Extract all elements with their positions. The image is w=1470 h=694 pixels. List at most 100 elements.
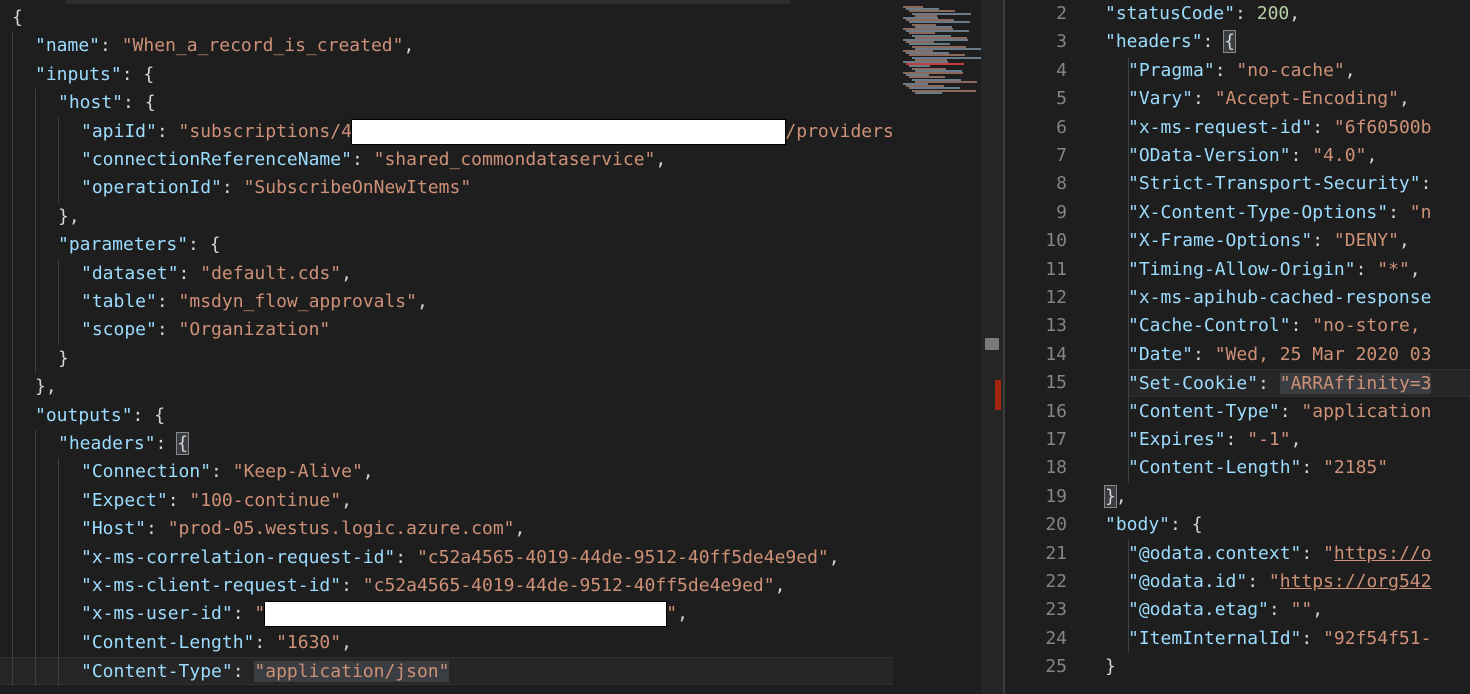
line-number: 4 (1056, 59, 1067, 81)
json-value: "subscriptions/4 (178, 120, 352, 142)
json-key: "Strict-Transport-Security" (1128, 173, 1421, 195)
left-code-line[interactable]: "x-ms-client-request-id": "c52a4565-4019… (81, 572, 785, 600)
json-value: " (666, 603, 678, 625)
line-number: 13 (1045, 315, 1067, 337)
json-value: "n (1409, 201, 1432, 223)
json-value: "1630" (276, 631, 342, 653)
left-code-line[interactable]: { (12, 4, 23, 32)
right-code-line[interactable]: "Set-Cookie": "ARRAffinity=3 (1128, 369, 1470, 398)
right-code-line[interactable]: "statusCode": 200, (1105, 0, 1300, 28)
json-value: "Wed, 25 Mar 2020 03 (1214, 343, 1432, 365)
left-code-line[interactable]: "Host": "prod-05.westus.logic.azure.com"… (81, 515, 525, 543)
left-json-editor[interactable]: {"name": "When_a_record_is_created", "inp… (0, 0, 893, 694)
json-value: "Accept-Encoding" (1214, 88, 1399, 110)
left-code-line[interactable]: "table": "msdyn_flow_approvals", (81, 288, 428, 316)
left-code-line[interactable]: "Expect": "100-continue", (81, 487, 352, 515)
json-punctuation: : { (188, 234, 221, 256)
right-code-line[interactable]: "Strict-Transport-Security": (1128, 170, 1431, 198)
right-code-line[interactable]: "x-ms-request-id": "6f60500b (1128, 114, 1431, 142)
editor-minimap[interactable] (893, 0, 981, 694)
json-key: "host" (58, 92, 124, 114)
json-punctuation: : (100, 35, 122, 57)
left-code-line[interactable]: "Connection": "Keep-Alive", (81, 458, 374, 486)
vertical-scrollbar[interactable] (981, 0, 1003, 694)
left-code-line[interactable]: }, (58, 203, 80, 231)
json-value: "4.0" (1312, 145, 1367, 166)
json-value: "msdyn_flow_approvals" (178, 291, 417, 312)
left-code-line[interactable]: "parameters": { (58, 231, 221, 259)
json-punctuation: : (211, 461, 233, 483)
json-punctuation: : (1290, 315, 1313, 337)
right-code-line[interactable]: "Vary": "Accept-Encoding", (1128, 85, 1410, 113)
json-punctuation: , (1398, 230, 1410, 252)
line-number: 18 (1045, 457, 1067, 479)
right-code-line[interactable]: "Content-Type": "application (1128, 398, 1431, 426)
line-number: 20 (1045, 514, 1067, 536)
left-code-line[interactable]: "dataset": "default.cds", (81, 260, 352, 288)
right-code-line[interactable]: "Content-Length": "2185" (1128, 454, 1388, 482)
right-code-line[interactable]: "headers": { (1105, 28, 1237, 56)
json-key: "@odata.etag" (1128, 599, 1269, 621)
json-punctuation: : (341, 575, 363, 596)
right-code-line[interactable]: "ItemInternalId": "92f54f51- (1128, 625, 1431, 653)
left-code-line[interactable]: "Content-Type": "application/json" (0, 657, 893, 686)
left-code-line[interactable]: "operationId": "SubscribeOnNewItems" (81, 174, 471, 202)
right-json-editor[interactable]: 2 3 4 5 6 7 8 9 10 11 12 13 14 15 16 17 18 19 20 21 22 23 24 25… (1005, 0, 1470, 694)
right-code-line[interactable]: }, (1104, 483, 1127, 511)
json-value: "100-continue" (189, 489, 342, 511)
left-code-line[interactable]: "connectionReferenceName": "shared_commo… (81, 146, 666, 174)
scrollbar-thumb[interactable] (985, 338, 999, 350)
json-punctuation: : (1279, 400, 1302, 422)
json-value: https://org542 (1279, 571, 1432, 592)
json-punctuation: , (1290, 429, 1302, 450)
left-code-line[interactable]: "name": "When_a_record_is_created", (35, 32, 414, 60)
json-key: "X-Frame-Options" (1128, 230, 1313, 252)
right-code-line[interactable]: "Cache-Control": "no-store, (1128, 312, 1421, 340)
right-code-line[interactable]: "@odata.id": "https://org542 (1128, 568, 1431, 596)
right-code-line[interactable]: "x-ms-apihub-cached-response (1128, 284, 1431, 312)
json-key: "x-ms-user-id" (81, 603, 233, 625)
left-code-line[interactable]: "outputs": { (35, 402, 165, 430)
json-punctuation: } (1105, 656, 1116, 678)
json-key: "Vary" (1128, 88, 1194, 110)
left-code-line[interactable]: "inputs": { (35, 61, 154, 89)
json-key: "apiId" (81, 120, 157, 142)
json-punctuation: : (146, 518, 168, 540)
json-value: "application (1301, 400, 1432, 422)
left-code-line[interactable]: "scope": "Organization" (81, 316, 330, 344)
left-code-line[interactable]: "headers": { (58, 430, 190, 458)
left-code-line[interactable]: "Content-Length": "1630", (81, 629, 352, 657)
json-punctuation: : (178, 262, 201, 284)
right-code-line[interactable]: } (1105, 653, 1116, 681)
right-code-line[interactable]: "body": { (1105, 511, 1203, 539)
right-code-line[interactable]: "Expires": "-1", (1128, 426, 1301, 454)
json-punctuation: : (1355, 258, 1378, 280)
right-code-line[interactable]: "Timing-Allow-Origin": "*", (1128, 256, 1421, 284)
json-key: "OData-Version" (1128, 145, 1291, 166)
right-code-line[interactable]: "Date": "Wed, 25 Mar 2020 03 (1128, 341, 1431, 369)
json-punctuation: , (341, 631, 352, 653)
left-code-line[interactable]: } (58, 345, 69, 373)
json-punctuation: : (1312, 230, 1334, 252)
json-punctuation: : { (1170, 514, 1203, 536)
json-key: "Content-Type" (81, 661, 233, 683)
right-code-line[interactable]: "Pragma": "no-cache", (1128, 57, 1356, 85)
right-code-line[interactable]: "@odata.etag": "", (1128, 596, 1323, 624)
left-code-line[interactable]: "x-ms-correlation-request-id": "c52a4565… (81, 544, 840, 572)
json-key: "Expires" (1128, 429, 1226, 450)
left-code-line[interactable]: "host": { (58, 89, 156, 117)
left-code-line[interactable]: }, (35, 373, 57, 401)
left-code-line[interactable]: "apiId": "subscriptions/4 /providers/ (81, 118, 893, 146)
json-punctuation: , (828, 546, 840, 568)
editor-header-shadow (65, 0, 790, 4)
json-key: "inputs" (35, 63, 122, 85)
json-value: " (1268, 571, 1280, 592)
line-number: 21 (1045, 542, 1067, 564)
left-code-line[interactable]: "x-ms-user-id": " ", (81, 600, 688, 628)
indent-guide (35, 89, 36, 374)
right-code-line[interactable]: "X-Frame-Options": "DENY", (1128, 227, 1410, 255)
json-punctuation: , (341, 489, 352, 511)
right-code-line[interactable]: "OData-Version": "4.0", (1128, 142, 1377, 170)
right-code-line[interactable]: "X-Content-Type-Options": "n (1128, 199, 1431, 227)
right-code-line[interactable]: "@odata.context": "https://o (1128, 540, 1431, 568)
